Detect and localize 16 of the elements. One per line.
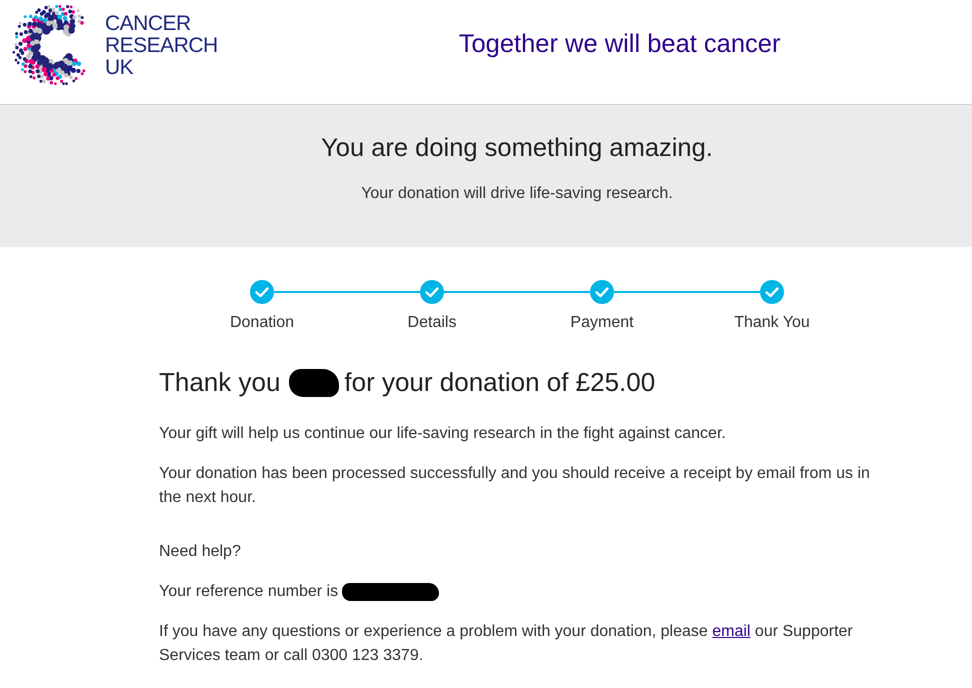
banner-subtitle: Your donation will drive life-saving research. (360, 184, 674, 204)
reference-label: Your reference number is (159, 582, 338, 602)
body-text: Your donation has been processed successfully and you should receive a receipt by email from us in the next hour. (159, 464, 871, 508)
step-label: Payment (570, 313, 634, 333)
tagline: Together we will beat cancer (458, 29, 780, 59)
logo-text: CANCER RESEARCH UK (105, 13, 218, 79)
step-label: Thank You (734, 313, 810, 333)
step-label: Donation (230, 313, 294, 333)
heading-text: Thank you (159, 368, 280, 397)
step-label: Details (408, 313, 456, 333)
body-text: Your gift will help us continue our life-saving research in the fight against cancer. (159, 424, 727, 444)
banner-title: You are doing something amazing. (320, 133, 714, 163)
email-link[interactable]: email (712, 623, 750, 640)
help-title: Need help? (159, 542, 242, 562)
heading-text: for your donation of £25.00 (344, 368, 656, 397)
contact-text: If you have any questions or experience a problem with your donation, please email our Supporter Services team or call 0300 123 3379. (159, 622, 854, 666)
